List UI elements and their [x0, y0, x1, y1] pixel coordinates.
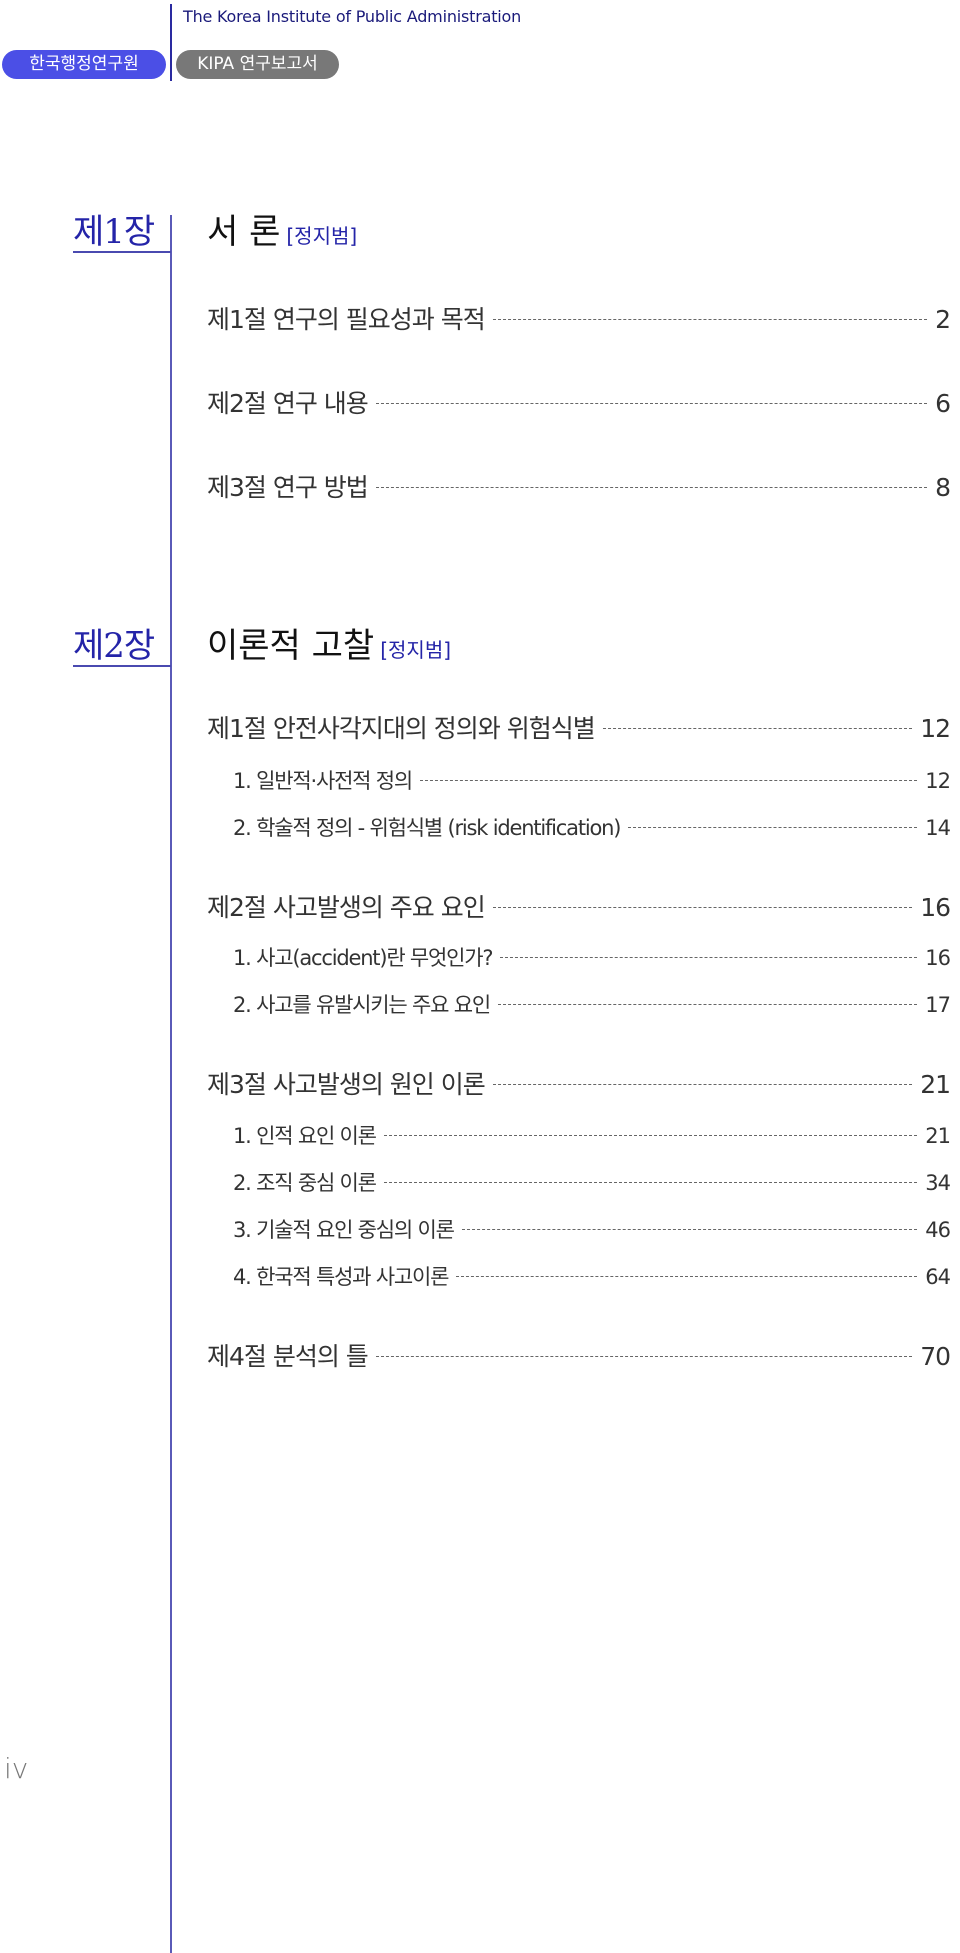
- toc-page-number: 17: [925, 993, 951, 1017]
- dot-leader: [375, 487, 928, 488]
- dot-leader: [492, 907, 913, 908]
- toc-page-number: 6: [935, 389, 951, 418]
- toc-section-title: 제4절 분석의 틀: [207, 1342, 369, 1371]
- chapter-1-underline: [73, 251, 171, 253]
- toc-page-number: 16: [925, 946, 951, 970]
- dot-leader: [420, 780, 918, 781]
- page-number: iv: [4, 1752, 29, 1785]
- toc-section-title: 제2절 연구 내용: [207, 389, 369, 418]
- chapter-1-title: 서 론 [정지범]: [207, 204, 357, 253]
- toc-item[interactable]: 2. 사고를 유발시키는 주요 요인 17: [233, 989, 951, 1019]
- report-series-badge: KIPA 연구보고서: [176, 50, 339, 79]
- toc-section-title: 제2절 사고발생의 주요 요인: [207, 893, 486, 922]
- dot-leader: [492, 1084, 913, 1085]
- toc-page-number: 12: [920, 714, 951, 743]
- chapter-1-title-text: 서 론: [207, 212, 281, 252]
- dot-leader: [375, 403, 928, 404]
- toc-section[interactable]: 제2절 사고발생의 주요 요인 16: [207, 888, 951, 924]
- dot-leader: [456, 1276, 918, 1277]
- dot-leader: [383, 1135, 918, 1136]
- toc-item[interactable]: 1. 인적 요인 이론 21: [233, 1120, 951, 1150]
- toc-item[interactable]: 3. 기술적 요인 중심의 이론 46: [233, 1214, 951, 1244]
- chapter-2-underline: [73, 665, 171, 667]
- toc-page-number: 16: [920, 893, 951, 922]
- toc-item-title: 3. 기술적 요인 중심의 이론: [233, 1218, 455, 1242]
- toc-item[interactable]: 1. 사고(accident)란 무엇인가? 16: [233, 942, 951, 972]
- toc-page-number: 2: [935, 305, 951, 334]
- toc-section-title: 제3절 연구 방법: [207, 473, 369, 502]
- toc-section-title: 제1절 연구의 필요성과 목적: [207, 305, 486, 334]
- institute-english-name: The Korea Institute of Public Administra…: [183, 7, 522, 26]
- toc-item-title: 1. 일반적·사전적 정의: [233, 769, 413, 793]
- header-divider: [170, 4, 172, 81]
- toc-page-number: 34: [925, 1171, 951, 1195]
- dot-leader: [602, 728, 913, 729]
- toc-section[interactable]: 제3절 연구 방법 8: [207, 468, 951, 504]
- chapter-1-label: 제1장: [73, 212, 155, 252]
- toc-section[interactable]: 제1절 연구의 필요성과 목적 2: [207, 300, 951, 336]
- toc-page-number: 21: [925, 1124, 951, 1148]
- dot-leader: [461, 1229, 918, 1230]
- toc-section-title: 제3절 사고발생의 원인 이론: [207, 1070, 486, 1099]
- toc-item[interactable]: 2. 학술적 정의 - 위험식별 (risk identification) 1…: [233, 812, 951, 842]
- toc-page-number: 70: [920, 1342, 951, 1371]
- toc-page-number: 46: [925, 1218, 951, 1242]
- toc-section[interactable]: 제4절 분석의 틀 70: [207, 1337, 951, 1373]
- institute-korean-badge: 한국행정연구원: [2, 50, 166, 79]
- toc-item-title: 2. 학술적 정의 - 위험식별 (risk identification): [233, 816, 621, 840]
- margin-rule: [170, 215, 172, 1953]
- toc-section[interactable]: 제2절 연구 내용 6: [207, 384, 951, 420]
- toc-item-title: 1. 인적 요인 이론: [233, 1124, 377, 1148]
- toc-page-number: 64: [925, 1265, 951, 1289]
- toc-page-number: 14: [925, 816, 951, 840]
- dot-leader: [375, 1356, 913, 1357]
- toc-page-number: 21: [920, 1070, 951, 1099]
- dot-leader: [492, 319, 928, 320]
- toc-item-title: 2. 조직 중심 이론: [233, 1171, 377, 1195]
- toc-item[interactable]: 2. 조직 중심 이론 34: [233, 1167, 951, 1197]
- chapter-2-label: 제2장: [73, 626, 155, 666]
- dot-leader: [628, 827, 918, 828]
- chapter-2-author: [정지범]: [380, 638, 452, 662]
- toc-item-title: 4. 한국적 특성과 사고이론: [233, 1265, 449, 1289]
- toc-page-number: 8: [935, 473, 951, 502]
- toc-page-number: 12: [925, 769, 951, 793]
- chapter-2-title-text: 이론적 고찰: [207, 626, 375, 666]
- toc-item[interactable]: 1. 일반적·사전적 정의 12: [233, 765, 951, 795]
- toc-item-title: 1. 사고(accident)란 무엇인가?: [233, 946, 494, 970]
- toc-item[interactable]: 4. 한국적 특성과 사고이론 64: [233, 1261, 951, 1291]
- dot-leader: [497, 1004, 918, 1005]
- toc-section-title: 제1절 안전사각지대의 정의와 위험식별: [207, 714, 596, 743]
- chapter-2-title: 이론적 고찰 [정지범]: [207, 618, 451, 667]
- toc-item-title: 2. 사고를 유발시키는 주요 요인: [233, 993, 491, 1017]
- dot-leader: [500, 957, 918, 958]
- dot-leader: [383, 1182, 918, 1183]
- toc-section[interactable]: 제1절 안전사각지대의 정의와 위험식별 12: [207, 709, 951, 745]
- toc-section[interactable]: 제3절 사고발생의 원인 이론 21: [207, 1065, 951, 1101]
- chapter-1-author: [정지범]: [286, 224, 358, 248]
